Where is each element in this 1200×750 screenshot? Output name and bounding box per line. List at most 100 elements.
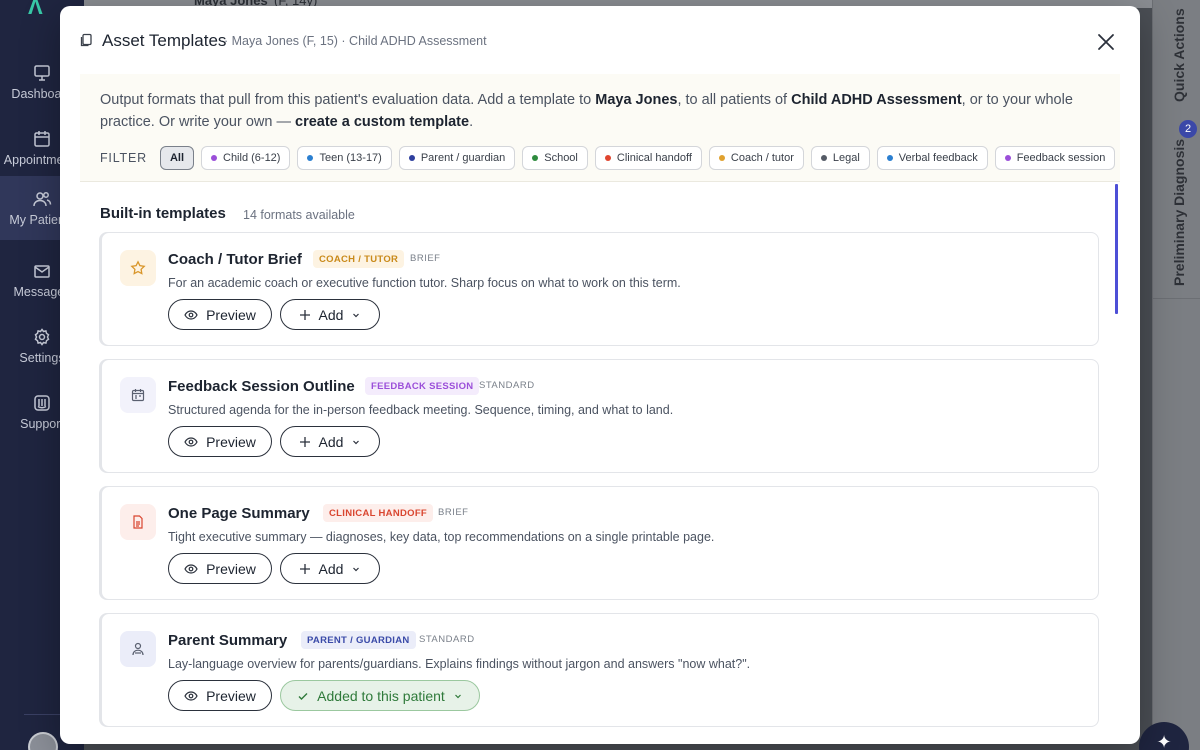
template-card: Feedback Session Outline FEEDBACK SESSIO… bbox=[101, 359, 1099, 473]
chip-label: Feedback session bbox=[1016, 152, 1106, 164]
preview-button[interactable]: Preview bbox=[168, 680, 272, 711]
chip-dot bbox=[532, 155, 539, 161]
document-icon bbox=[133, 515, 143, 529]
document-icon bbox=[80, 33, 92, 47]
eye-icon bbox=[184, 563, 198, 574]
intro-text: Output formats that pull from this patie… bbox=[100, 89, 1110, 133]
filter-chip-clinical-handoff[interactable]: Clinical handoff bbox=[594, 146, 702, 170]
plus-icon bbox=[299, 436, 310, 447]
rail-divider bbox=[1152, 298, 1200, 299]
create-custom-template-link[interactable]: create a custom template bbox=[295, 114, 469, 130]
chip-dot bbox=[604, 155, 611, 161]
preview-label: Preview bbox=[206, 433, 256, 450]
scrollbar-thumb[interactable] bbox=[1115, 184, 1118, 314]
intro-text-part: . bbox=[469, 114, 474, 130]
add-button[interactable]: Add bbox=[280, 299, 380, 330]
filter-row: FILTER All Child (6-12) Teen (13-17) Par… bbox=[100, 146, 1116, 170]
chip-label: All bbox=[169, 152, 184, 164]
template-length: STANDARD bbox=[479, 380, 535, 391]
close-button[interactable] bbox=[1094, 30, 1118, 54]
add-label: Add bbox=[318, 433, 344, 450]
filter-chip-verbal-feedback[interactable]: Verbal feedback bbox=[876, 146, 988, 170]
sidebar-item-label: Settings bbox=[19, 351, 65, 365]
template-card: One Page Summary CLINICAL HANDOFF BRIEF … bbox=[101, 486, 1099, 600]
template-card: Coach / Tutor Brief COACH / TUTOR BRIEF … bbox=[101, 232, 1099, 346]
template-title: Feedback Session Outline bbox=[168, 378, 355, 395]
chip-label: Child (6-12) bbox=[223, 152, 281, 164]
chip-dot bbox=[718, 155, 725, 161]
intro-text-part: Output formats that pull from this patie… bbox=[100, 92, 596, 108]
chip-label: Clinical handoff bbox=[616, 152, 692, 164]
preliminary-diagnosis-tab[interactable]: Preliminary Diagnosis bbox=[1171, 139, 1187, 286]
calendar-icon bbox=[34, 131, 50, 147]
preview-button[interactable]: Preview bbox=[168, 299, 272, 330]
template-length: BRIEF bbox=[438, 507, 469, 518]
support-icon bbox=[34, 395, 50, 411]
users-icon bbox=[33, 192, 52, 207]
add-label: Add bbox=[318, 560, 344, 577]
template-icon-box bbox=[120, 504, 156, 540]
preview-button[interactable]: Preview bbox=[168, 553, 272, 584]
filter-chip-school[interactable]: School bbox=[522, 146, 588, 170]
chip-label: School bbox=[544, 152, 578, 164]
chip-dot bbox=[408, 155, 415, 161]
template-icon-box bbox=[120, 377, 156, 413]
template-length: BRIEF bbox=[410, 253, 441, 264]
template-tag: COACH / TUTOR bbox=[313, 250, 405, 268]
filter-chip-teen[interactable]: Teen (13-17) bbox=[297, 146, 392, 170]
filter-chip-parent-guardian[interactable]: Parent / guardian bbox=[398, 146, 516, 170]
template-length: STANDARD bbox=[419, 634, 475, 645]
checkmark-icon bbox=[298, 692, 308, 700]
template-description: Tight executive summary — diagnoses, key… bbox=[168, 530, 715, 544]
calendar-icon bbox=[131, 389, 145, 402]
preview-button[interactable]: Preview bbox=[168, 426, 272, 457]
gear-icon bbox=[34, 328, 50, 346]
chip-dot bbox=[1004, 155, 1011, 161]
user-avatar[interactable] bbox=[28, 732, 58, 750]
preview-label: Preview bbox=[206, 687, 256, 704]
sidebar-item-label: Support bbox=[20, 417, 64, 431]
preview-label: Preview bbox=[206, 560, 256, 577]
chevron-down-icon bbox=[353, 313, 360, 317]
template-tag: PARENT / GUARDIAN bbox=[301, 631, 416, 649]
filter-chip-feedback-session[interactable]: Feedback session bbox=[994, 146, 1116, 170]
add-button[interactable]: Add bbox=[280, 426, 380, 457]
template-title: One Page Summary bbox=[168, 505, 310, 522]
chip-dot bbox=[886, 155, 893, 161]
chip-label: Teen (13-17) bbox=[319, 152, 382, 164]
template-title: Parent Summary bbox=[168, 632, 288, 649]
eye-icon bbox=[184, 309, 198, 320]
right-rail: Quick Actions Preliminary Diagnosis bbox=[1152, 0, 1200, 750]
add-button[interactable]: Add bbox=[280, 553, 380, 584]
diagnosis-count-badge: 2 bbox=[1179, 120, 1197, 138]
monitor-icon bbox=[34, 65, 50, 81]
quick-actions-tab[interactable]: Quick Actions bbox=[1171, 8, 1187, 102]
modal-title: Asset Templates bbox=[102, 31, 227, 50]
chip-label: Verbal feedback bbox=[898, 152, 978, 164]
chip-label: Legal bbox=[832, 152, 860, 164]
filter-chip-coach-tutor[interactable]: Coach / tutor bbox=[708, 146, 804, 170]
parent-icon bbox=[132, 642, 144, 656]
sidebar-divider bbox=[24, 714, 64, 715]
chip-dot bbox=[307, 155, 314, 161]
template-icon-box bbox=[120, 631, 156, 667]
template-description: Lay-language overview for parents/guardi… bbox=[168, 657, 751, 671]
added-to-patient-button[interactable]: Added to this patient bbox=[280, 680, 480, 711]
eye-icon bbox=[184, 436, 198, 447]
asset-templates-modal: Asset Templates · Maya Jones (F, 15) · C… bbox=[60, 6, 1140, 744]
chevron-down-icon bbox=[454, 694, 461, 698]
mail-icon bbox=[34, 265, 50, 278]
sparkle-icon: ✦ bbox=[1156, 732, 1172, 750]
app-logo[interactable]: Ʌ bbox=[28, 0, 50, 19]
chevron-down-icon bbox=[353, 567, 360, 571]
plus-icon bbox=[299, 563, 310, 574]
add-label: Add bbox=[318, 306, 344, 323]
filter-chip-legal[interactable]: Legal bbox=[810, 146, 870, 170]
template-tag: FEEDBACK SESSION bbox=[365, 377, 480, 395]
preview-label: Preview bbox=[206, 306, 256, 323]
eye-icon bbox=[184, 690, 198, 701]
filter-chip-child[interactable]: Child (6-12) bbox=[201, 146, 291, 170]
filter-label: FILTER bbox=[100, 151, 147, 165]
filter-chip-all[interactable]: All bbox=[159, 146, 194, 170]
intro-panel: Output formats that pull from this patie… bbox=[80, 74, 1120, 182]
